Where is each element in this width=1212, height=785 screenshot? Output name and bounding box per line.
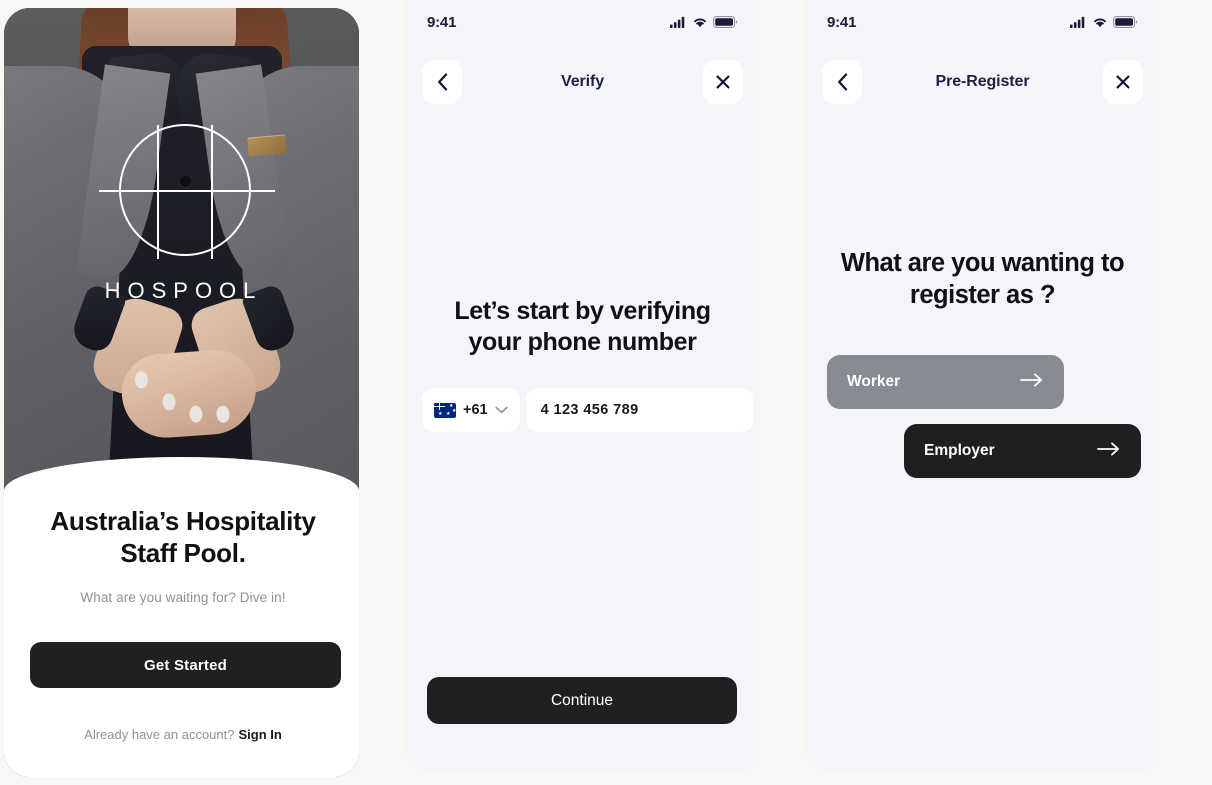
role-option-employer-label: Employer <box>924 442 995 459</box>
nav-bar: Verify <box>405 60 760 104</box>
signin-prompt-label: Already have an account? <box>84 727 235 742</box>
photo-fingers <box>119 347 259 441</box>
signal-icon <box>1070 16 1085 28</box>
arrow-right-icon <box>1020 373 1044 392</box>
chevron-down-icon <box>495 401 508 419</box>
battery-icon <box>713 16 738 28</box>
hospool-logo-icon <box>99 124 275 259</box>
role-option-worker-label: Worker <box>847 373 901 390</box>
status-clock: 9:41 <box>427 13 457 31</box>
verify-heading: Let’s start by verifying your phone numb… <box>454 297 711 357</box>
wifi-icon <box>1094 18 1106 28</box>
screen-gallery: HOSPOOL Australia’s Hospitality Staff Po… <box>0 0 1212 785</box>
signal-icon <box>670 16 685 28</box>
phone-number-row: ★ ★ ★ ★ +61 <box>422 388 753 432</box>
page-subtitle: What are you waiting for? Dive in! <box>80 590 286 605</box>
wifi-icon <box>694 18 706 28</box>
close-button[interactable] <box>1103 60 1143 104</box>
close-button[interactable] <box>703 60 743 104</box>
pre-register-heading: What are you wanting to register as ? <box>840 249 1125 310</box>
sign-in-link[interactable]: Sign In <box>238 727 281 742</box>
continue-button[interactable]: Continue <box>427 677 737 724</box>
photo-name-badge <box>247 134 287 157</box>
role-option-worker[interactable]: Worker <box>827 355 1064 409</box>
status-bar: 9:41 <box>405 0 760 44</box>
close-icon <box>716 75 730 89</box>
close-icon <box>1116 75 1130 89</box>
phone-number-input[interactable] <box>525 388 753 432</box>
get-started-button[interactable]: Get Started <box>30 642 341 688</box>
flag-australia-icon: ★ ★ ★ ★ <box>434 402 456 418</box>
screen-verify: 9:41 Verify Let’s start by verifying you… <box>405 0 760 773</box>
role-option-employer[interactable]: Employer <box>904 424 1141 478</box>
country-code-selector[interactable]: ★ ★ ★ ★ +61 <box>422 388 520 432</box>
brand-wordmark: HOSPOOL <box>104 278 263 303</box>
status-bar: 9:41 <box>805 0 1160 44</box>
screen-pre-register: 9:41 Pre-Register What are you wanting t… <box>805 0 1160 773</box>
arrow-right-icon <box>1097 442 1121 461</box>
page-title: Australia’s Hospitality Staff Pool. <box>50 506 316 568</box>
signin-prompt: Already have an account? Sign In <box>28 727 338 742</box>
nav-bar: Pre-Register <box>805 60 1160 104</box>
status-clock: 9:41 <box>827 13 857 31</box>
country-code-label: +61 <box>463 402 488 418</box>
photo-hands <box>68 283 300 441</box>
battery-icon <box>1113 16 1138 28</box>
screen-onboarding: HOSPOOL Australia’s Hospitality Staff Po… <box>4 8 359 777</box>
